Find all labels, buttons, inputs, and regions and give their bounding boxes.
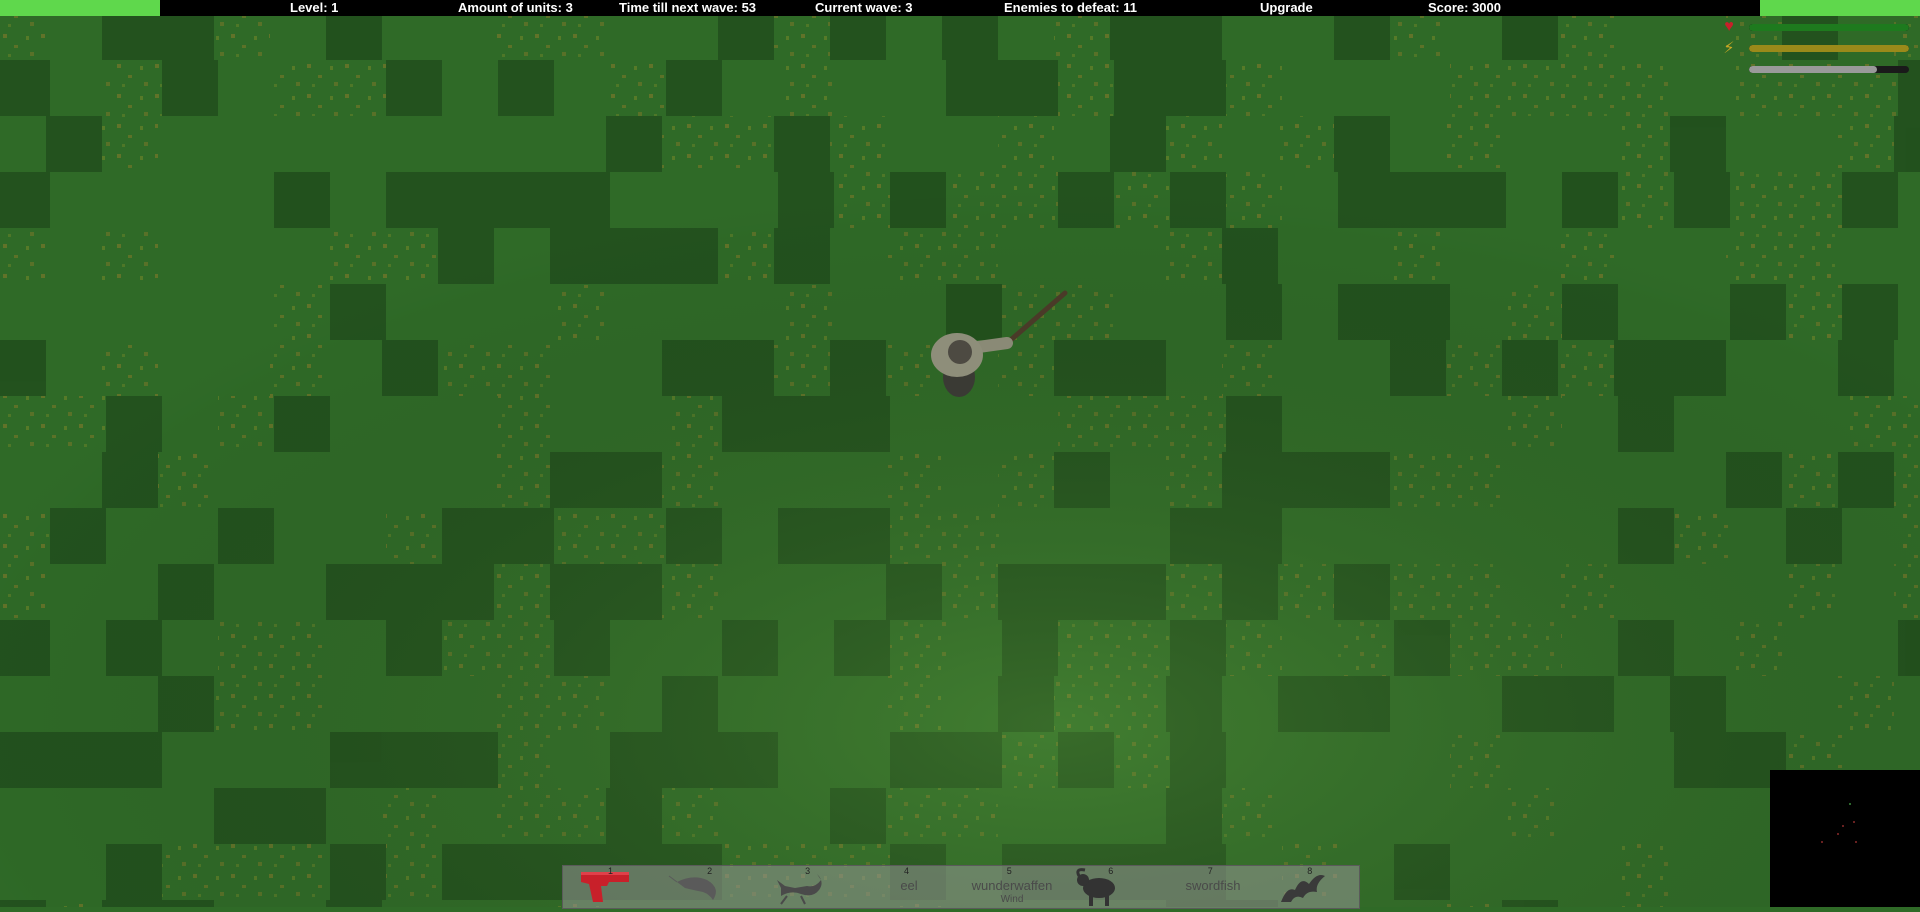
weapon-slot-1[interactable]: 1	[563, 866, 663, 908]
weapon-slot-label: wunderwaffen	[971, 878, 1053, 893]
heart-icon: ♥	[1724, 18, 1734, 35]
weapon-slot-7[interactable]: 7 swordfish	[1161, 866, 1265, 908]
weapon-slot-8[interactable]: 8	[1265, 866, 1359, 908]
weapon-slot-5[interactable]: 5 wunderwaffen Wind	[959, 866, 1065, 908]
weapon-slot-number: 6	[1108, 866, 1114, 876]
weapon-slot-number: 5	[1006, 866, 1012, 876]
health-bar-fill	[1749, 24, 1909, 31]
enemies-remaining: Enemies to defeat: 11	[1004, 0, 1137, 15]
energy-bar	[1749, 45, 1909, 52]
current-wave: Current wave: 3	[815, 0, 913, 15]
hud-corner-right	[1760, 0, 1920, 16]
weapon-slot-number: 8	[1307, 866, 1313, 876]
wave-timer: Time till next wave: 53	[619, 0, 757, 15]
score: Score: 3000	[1428, 0, 1501, 15]
stamina-bar-fill	[1749, 66, 1877, 73]
units-count: Amount of units: 3	[458, 0, 573, 15]
weapon-slot-label: swordfish	[1185, 878, 1241, 893]
stamina-bar	[1749, 66, 1909, 73]
weapon-slot-sublabel: Wind	[1000, 894, 1024, 905]
weapon-slot-4[interactable]: 4 eel	[859, 866, 959, 908]
upgrade-button[interactable]: Upgrade	[1260, 0, 1313, 15]
weapon-slot-2[interactable]: 2	[663, 866, 761, 908]
weapon-toolbar: 1 2 3 4 eel 5 wunderwaffen Wind 6 7 swordfish 8	[562, 865, 1360, 909]
weapon-slot-number: 1	[608, 866, 614, 876]
level-label: Level: 1	[290, 0, 339, 15]
lightning-icon: ⚡	[1723, 40, 1735, 57]
game-field[interactable]	[0, 0, 1920, 907]
weapon-slot-6[interactable]: 6	[1065, 866, 1161, 908]
weapon-slot-label: eel	[900, 878, 918, 893]
health-bar	[1749, 24, 1909, 31]
weapon-slot-3[interactable]: 3	[761, 866, 859, 908]
hud-corner-left	[0, 0, 160, 16]
energy-bar-fill	[1749, 45, 1909, 52]
weapon-slot-number: 3	[805, 866, 811, 876]
weapon-slot-number: 2	[707, 866, 713, 876]
weapon-slot-number: 4	[904, 866, 910, 876]
weapon-slot-number: 7	[1207, 866, 1213, 876]
hud-top-bar: Level: 1 Amount of units: 3 Time till ne…	[0, 0, 1920, 16]
minimap[interactable]	[1770, 770, 1920, 907]
